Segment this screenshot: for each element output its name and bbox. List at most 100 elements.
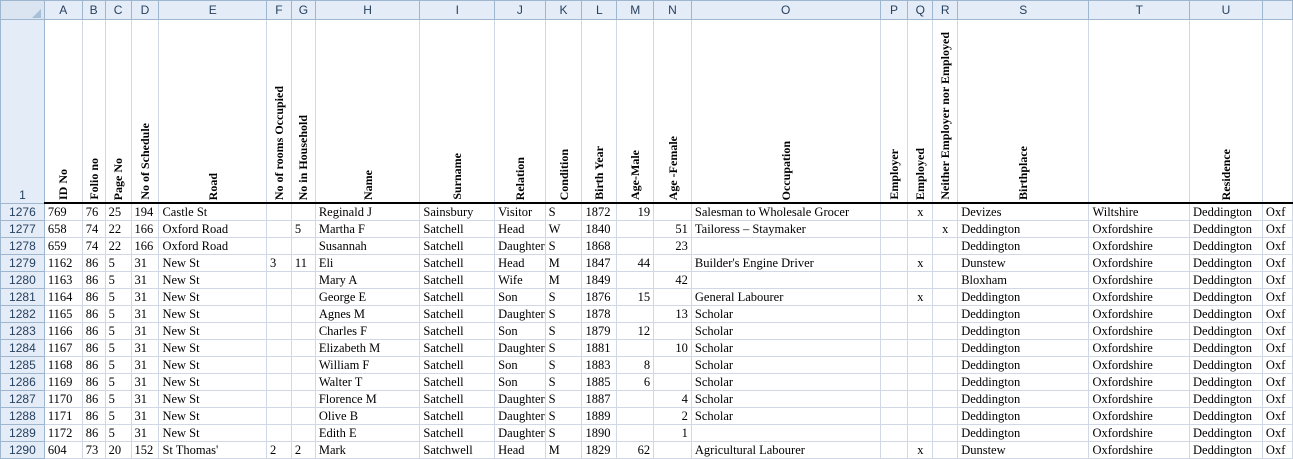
row-header[interactable]: 1289: [0, 424, 45, 442]
cell[interactable]: Oxf: [1261, 305, 1293, 323]
cell[interactable]: [616, 237, 655, 255]
cell[interactable]: 1881: [581, 339, 618, 357]
cell[interactable]: Deddington: [1189, 288, 1263, 306]
cell[interactable]: [932, 339, 959, 357]
cell[interactable]: Deddington: [1189, 356, 1263, 374]
cell[interactable]: 1879: [581, 322, 618, 340]
cell[interactable]: Satchell: [419, 322, 496, 340]
cell[interactable]: [290, 390, 316, 408]
field-header-cell[interactable]: Road: [158, 19, 268, 204]
field-header-cell[interactable]: Birth Year: [581, 19, 618, 204]
cell[interactable]: Deddington: [1189, 424, 1263, 442]
cell[interactable]: [932, 407, 959, 425]
cell[interactable]: New St: [158, 322, 268, 340]
cell[interactable]: Oxford Road: [158, 237, 268, 255]
cell[interactable]: [290, 322, 316, 340]
column-header[interactable]: Q: [907, 0, 934, 20]
field-header-cell[interactable]: No of Schedule: [130, 19, 160, 204]
cell[interactable]: Scholar: [690, 339, 881, 357]
column-header[interactable]: U: [1189, 0, 1263, 20]
cell[interactable]: New St: [158, 356, 268, 374]
cell[interactable]: Oxfordshire: [1088, 288, 1191, 306]
cell[interactable]: 10: [653, 339, 692, 357]
cell[interactable]: [266, 305, 292, 323]
cell[interactable]: [266, 339, 292, 357]
cell[interactable]: 5: [104, 407, 132, 425]
field-header-cell[interactable]: Condition: [544, 19, 583, 204]
cell[interactable]: Daughter: [494, 424, 546, 442]
cell[interactable]: [907, 237, 934, 255]
column-header[interactable]: K: [544, 0, 583, 20]
cell[interactable]: Satchell: [419, 424, 496, 442]
cell[interactable]: [266, 288, 292, 306]
cell[interactable]: Deddington: [1189, 271, 1263, 289]
cell[interactable]: Oxf: [1261, 424, 1293, 442]
cell[interactable]: St Thomas': [158, 441, 268, 459]
cell[interactable]: Deddington: [957, 373, 1090, 391]
cell[interactable]: Satchell: [419, 254, 496, 272]
cell[interactable]: Oxfordshire: [1088, 305, 1191, 323]
cell[interactable]: Daughter: [494, 237, 546, 255]
cell[interactable]: Satchell: [419, 305, 496, 323]
cell[interactable]: [266, 322, 292, 340]
cell[interactable]: Deddington: [1189, 373, 1263, 391]
cell[interactable]: Oxfordshire: [1088, 271, 1191, 289]
cell[interactable]: [907, 305, 934, 323]
column-header[interactable]: F: [266, 0, 292, 20]
cell[interactable]: Olive B: [314, 407, 421, 425]
cell[interactable]: 31: [130, 322, 160, 340]
cell[interactable]: 769: [43, 202, 83, 221]
column-header[interactable]: G: [290, 0, 316, 20]
cell[interactable]: Dunstew: [957, 254, 1090, 272]
cell[interactable]: Satchell: [419, 339, 496, 357]
cell[interactable]: [879, 407, 909, 425]
cell[interactable]: [290, 237, 316, 255]
cell[interactable]: S: [544, 373, 583, 391]
cell[interactable]: [690, 271, 881, 289]
cell[interactable]: [266, 373, 292, 391]
cell[interactable]: Oxford Road: [158, 220, 268, 238]
cell[interactable]: Deddington: [1189, 254, 1263, 272]
cell[interactable]: 86: [81, 390, 106, 408]
cell[interactable]: Deddington: [1189, 220, 1263, 238]
cell[interactable]: Oxfordshire: [1088, 220, 1191, 238]
cell[interactable]: S: [544, 390, 583, 408]
cell[interactable]: Oxfordshire: [1088, 339, 1191, 357]
cell[interactable]: [616, 339, 655, 357]
cell[interactable]: [616, 220, 655, 238]
row-header[interactable]: 1282: [0, 305, 45, 323]
cell[interactable]: [932, 254, 959, 272]
cell[interactable]: S: [544, 424, 583, 442]
cell[interactable]: 5: [104, 271, 132, 289]
cell[interactable]: [879, 339, 909, 357]
cell[interactable]: S: [544, 356, 583, 374]
cell[interactable]: Charles F: [314, 322, 421, 340]
cell[interactable]: 4: [653, 390, 692, 408]
column-header[interactable]: A: [43, 0, 83, 20]
cell[interactable]: 86: [81, 288, 106, 306]
row-header[interactable]: 1290: [0, 441, 45, 459]
cell[interactable]: [907, 322, 934, 340]
cell[interactable]: 1167: [43, 339, 83, 357]
cell[interactable]: S: [544, 305, 583, 323]
cell[interactable]: Deddington: [957, 339, 1090, 357]
cell[interactable]: New St: [158, 254, 268, 272]
cell[interactable]: 86: [81, 305, 106, 323]
column-header[interactable]: S: [957, 0, 1090, 20]
cell[interactable]: [879, 305, 909, 323]
cell[interactable]: 1164: [43, 288, 83, 306]
cell[interactable]: Tailoress – Staymaker: [690, 220, 881, 238]
cell[interactable]: Oxf: [1261, 322, 1293, 340]
cell[interactable]: Satchell: [419, 288, 496, 306]
cell[interactable]: 74: [81, 220, 106, 238]
cell[interactable]: Eli: [314, 254, 421, 272]
row-header[interactable]: 1278: [0, 237, 45, 255]
row-header[interactable]: 1286: [0, 373, 45, 391]
cell[interactable]: 5: [104, 254, 132, 272]
column-header[interactable]: C: [104, 0, 132, 20]
cell[interactable]: M: [544, 441, 583, 459]
cell[interactable]: [266, 237, 292, 255]
field-header-cell[interactable]: Neither Employer nor Employed: [932, 19, 959, 204]
cell[interactable]: Deddington: [957, 322, 1090, 340]
cell[interactable]: Deddington: [1189, 322, 1263, 340]
